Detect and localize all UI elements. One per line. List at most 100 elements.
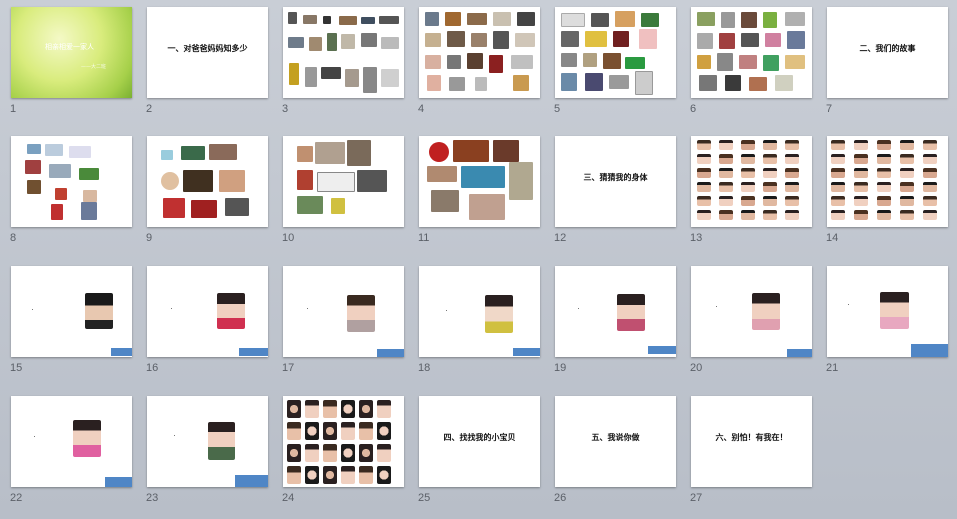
photo: [609, 75, 629, 89]
slide-tile[interactable]: 21: [826, 266, 957, 384]
photo: [27, 180, 41, 194]
slide-thumbnail[interactable]: [11, 396, 132, 487]
slide-thumbnail[interactable]: [555, 7, 676, 98]
slide-tile[interactable]: 六、别怕！有我在！ 27: [690, 396, 827, 514]
child-photo: [741, 154, 755, 164]
photo: [635, 71, 653, 95]
child-photo: [923, 196, 937, 206]
slide-thumbnail[interactable]: [827, 266, 948, 357]
photo: [327, 33, 337, 51]
slide-thumbnail[interactable]: [283, 396, 404, 487]
slide-tile[interactable]: 18: [418, 266, 555, 384]
photo: [49, 164, 71, 178]
slide-tile[interactable]: 15: [10, 266, 147, 384]
photo: [79, 168, 99, 180]
slide-number: 7: [826, 103, 833, 115]
photo: [475, 77, 487, 91]
photo: [721, 12, 735, 28]
slide-thumbnail[interactable]: 六、别怕！有我在！: [691, 396, 812, 487]
slide-tile[interactable]: 8: [10, 136, 147, 254]
slide-tile[interactable]: 13: [690, 136, 827, 254]
photo: [163, 198, 185, 218]
slide-tile[interactable]: 6: [690, 7, 827, 125]
slide-tile[interactable]: 22: [10, 396, 147, 514]
child-photo: [323, 400, 337, 418]
photo: [785, 12, 805, 26]
photo: [347, 140, 371, 166]
slide-tile[interactable]: 相亲相爱一家人 ——大二班 1: [10, 7, 147, 125]
slide-tile[interactable]: 二、我们的故事 7: [826, 7, 957, 125]
slide-thumbnail[interactable]: [691, 7, 812, 98]
slide-thumbnail[interactable]: 三、猜猜我的身体: [555, 136, 676, 227]
slide-thumbnail[interactable]: [555, 266, 676, 357]
photo: [289, 63, 299, 85]
slide-tile[interactable]: 四、找找我的小宝贝 25: [418, 396, 555, 514]
blue-rectangle: [787, 349, 812, 357]
child-photo: [763, 168, 777, 178]
slide-thumbnail[interactable]: [827, 136, 948, 227]
slide-tile[interactable]: 19: [554, 266, 691, 384]
slide-tile[interactable]: 5: [554, 7, 691, 125]
photo: [303, 15, 317, 24]
slide-thumbnail[interactable]: [283, 136, 404, 227]
slide-thumbnail[interactable]: [147, 266, 268, 357]
slide-thumbnail[interactable]: 相亲相爱一家人 ——大二班: [11, 7, 132, 98]
slide-tile[interactable]: 3: [282, 7, 419, 125]
child-photo: [923, 168, 937, 178]
slide-number: 10: [282, 232, 295, 244]
photo: [191, 200, 217, 218]
slide-thumbnail[interactable]: [11, 266, 132, 357]
photo: [467, 53, 483, 69]
slide-tile[interactable]: 10: [282, 136, 419, 254]
slide-thumbnail[interactable]: [283, 266, 404, 357]
child-photo: [741, 168, 755, 178]
slide-sorter: { "slides": [ {"n":"1","title":"相亲相爱一家人"…: [0, 0, 957, 519]
child-photo: [752, 293, 780, 330]
slide-tile[interactable]: 24: [282, 396, 419, 514]
child-photo: [697, 182, 711, 192]
slide-thumbnail[interactable]: [419, 7, 540, 98]
photo: [561, 73, 577, 91]
slide-thumbnail[interactable]: [11, 136, 132, 227]
slide-thumbnail[interactable]: [691, 266, 812, 357]
slide-thumbnail[interactable]: 五、我说你做: [555, 396, 676, 487]
slide-tile[interactable]: 一、对爸爸妈妈知多少 2: [146, 7, 283, 125]
child-photo: [377, 400, 391, 418]
slide-title: 五、我说你做: [591, 433, 640, 442]
slide-thumbnail[interactable]: 一、对爸爸妈妈知多少: [147, 7, 268, 98]
photo: [161, 150, 173, 160]
slide-thumbnail[interactable]: [147, 396, 268, 487]
slide-thumbnail[interactable]: [283, 7, 404, 98]
slide-thumbnail[interactable]: 四、找找我的小宝贝: [419, 396, 540, 487]
slide-tile[interactable]: 9: [146, 136, 283, 254]
slide-thumbnail[interactable]: 二、我们的故事: [827, 7, 948, 98]
child-photo: [763, 154, 777, 164]
slide-tile[interactable]: 20: [690, 266, 827, 384]
child-photo: [880, 292, 909, 329]
slide-number: 14: [826, 232, 839, 244]
slide-number: 5: [554, 103, 561, 115]
photo: [55, 188, 67, 200]
slide-tile[interactable]: 23: [146, 396, 283, 514]
slide-tile[interactable]: 17: [282, 266, 419, 384]
slide-thumbnail[interactable]: [691, 136, 812, 227]
photo: [83, 190, 97, 202]
slide-tile[interactable]: 4: [418, 7, 555, 125]
child-photo: [877, 210, 891, 220]
slide-thumbnail[interactable]: [147, 136, 268, 227]
photo: [591, 13, 609, 27]
slide-tile[interactable]: 11: [418, 136, 555, 254]
slide-tile[interactable]: 三、猜猜我的身体 12: [554, 136, 691, 254]
child-photo: [785, 168, 799, 178]
child-photo: [923, 182, 937, 192]
photo: [467, 13, 487, 25]
photo: [345, 69, 359, 87]
slide-tile[interactable]: 16: [146, 266, 283, 384]
photo: [775, 75, 793, 91]
slide-tile[interactable]: 14: [826, 136, 957, 254]
slide-thumbnail[interactable]: [419, 136, 540, 227]
child-photo: [208, 422, 235, 460]
photo: [381, 69, 399, 87]
slide-thumbnail[interactable]: [419, 266, 540, 357]
slide-tile[interactable]: 五、我说你做 26: [554, 396, 691, 514]
